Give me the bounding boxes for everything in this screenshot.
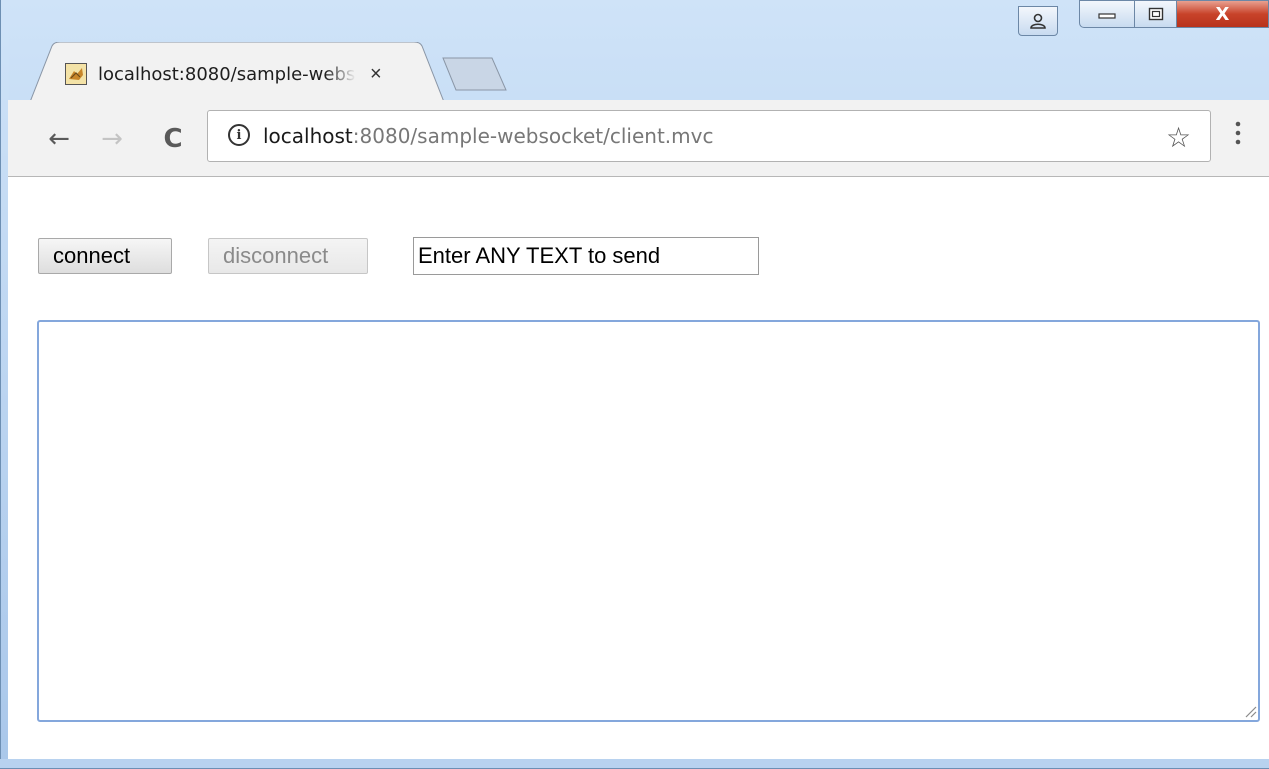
new-tab-button[interactable]	[440, 56, 510, 92]
browser-menu-icon[interactable]	[1233, 120, 1243, 146]
address-bar[interactable]: i localhost:8080/sample-websocket/client…	[207, 110, 1211, 162]
back-button[interactable]: ←	[44, 124, 74, 154]
url-path: :8080/sample-websocket/client.mvc	[352, 124, 714, 148]
url-host: localhost	[263, 124, 353, 148]
user-icon	[1030, 13, 1046, 29]
forward-button[interactable]: →	[97, 124, 127, 154]
back-arrow-icon: ←	[48, 124, 70, 154]
page-viewport: connect disconnect	[8, 177, 1269, 759]
resize-grip-icon[interactable]	[1241, 702, 1257, 718]
tomcat-favicon-icon	[65, 63, 87, 85]
info-icon[interactable]: i	[228, 124, 250, 146]
maximize-button[interactable]	[1135, 0, 1177, 28]
connect-button[interactable]: connect	[38, 238, 172, 274]
reload-button[interactable]: C	[158, 124, 188, 154]
message-input[interactable]	[413, 237, 759, 275]
info-glyph: i	[236, 127, 242, 143]
bookmark-star-icon[interactable]: ☆	[1166, 121, 1191, 154]
maximize-icon	[1148, 7, 1163, 21]
url-text[interactable]: localhost:8080/sample-websocket/client.m…	[263, 124, 713, 148]
tab-close-icon[interactable]: ×	[370, 63, 382, 86]
tab-title: localhost:8080/sample-websocket/client.m…	[98, 63, 356, 85]
forward-arrow-icon: →	[101, 124, 123, 154]
browser-toolbar: ← → C i localhost:8080/sample-websocket/…	[8, 100, 1269, 177]
tab-content[interactable]: localhost:8080/sample-websocket/client.m…	[65, 56, 415, 92]
close-icon: X	[1215, 3, 1230, 25]
window-caption-buttons: X	[1079, 0, 1269, 28]
message-log-textarea[interactable]	[37, 320, 1260, 722]
close-window-button[interactable]: X	[1177, 0, 1269, 28]
disconnect-button[interactable]: disconnect	[208, 238, 368, 274]
minimize-button[interactable]	[1079, 0, 1135, 28]
reload-icon: C	[163, 124, 183, 154]
profile-button[interactable]	[1018, 6, 1058, 36]
minimize-icon	[1098, 13, 1116, 19]
